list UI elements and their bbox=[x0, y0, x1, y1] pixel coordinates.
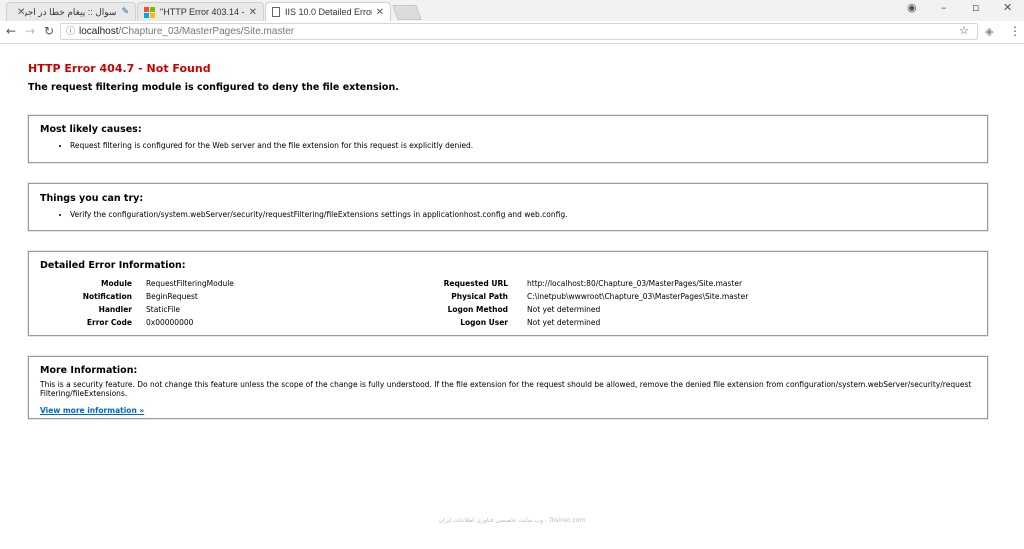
tab-title: IIS 10.0 Detailed Error - 4 bbox=[285, 7, 372, 17]
bookmark-star-icon[interactable]: ☆ bbox=[959, 24, 969, 39]
window-close-icon[interactable]: ✕ bbox=[1003, 1, 1012, 15]
detail-key: Handler bbox=[98, 305, 132, 314]
section-heading: More Information: bbox=[40, 365, 138, 376]
tab-1[interactable]: ✎ سوال :: پیغام خطا در اجرا ✕ bbox=[6, 2, 136, 21]
address-bar[interactable]: ⓘ localhost/Chapture_03/MasterPages/Site… bbox=[60, 23, 978, 40]
try-section: Things you can try: Verify the configura… bbox=[28, 183, 988, 231]
detail-key: Logon User bbox=[460, 318, 508, 327]
more-info-text: This is a security feature. Do not chang… bbox=[40, 380, 972, 398]
detail-value: 0x00000000 bbox=[146, 318, 194, 327]
more-info-section: More Information: This is a security fea… bbox=[28, 356, 988, 419]
error-header: HTTP Error 404.7 - Not Found The request… bbox=[28, 62, 990, 93]
close-icon[interactable]: ✕ bbox=[376, 7, 384, 18]
detail-section: Detailed Error Information: Module Reque… bbox=[28, 251, 988, 336]
tab-3[interactable]: IIS 10.0 Detailed Error - 4 ✕ bbox=[265, 2, 391, 21]
footer-watermark: وب سایت تخصصی فناوری اطلاعات ایران - Tos… bbox=[438, 517, 586, 524]
back-icon[interactable]: ← bbox=[6, 24, 16, 39]
table-row: Error Code 0x00000000 Logon User Not yet… bbox=[40, 316, 748, 329]
forward-icon[interactable]: → bbox=[25, 24, 35, 39]
menu-icon[interactable]: ⋮ bbox=[1009, 24, 1021, 39]
minimize-icon[interactable]: – bbox=[941, 1, 947, 15]
new-tab-button[interactable] bbox=[392, 5, 422, 20]
detail-key: Physical Path bbox=[451, 292, 508, 301]
close-icon[interactable]: ✕ bbox=[249, 7, 257, 18]
url-path: /Chapture_03/MasterPages/Site.master bbox=[118, 26, 295, 37]
tab-title: سوال :: پیغام خطا در اجرا bbox=[25, 6, 117, 17]
close-icon[interactable]: ✕ bbox=[17, 7, 25, 18]
list-item: Verify the configuration/system.webServe… bbox=[70, 210, 976, 219]
section-heading: Detailed Error Information: bbox=[40, 260, 186, 271]
detail-value: C:\inetpub\wwwroot\Chapture_03\MasterPag… bbox=[527, 292, 749, 301]
table-row: Module RequestFilteringModule Requested … bbox=[40, 277, 748, 290]
detail-value: Not yet determined bbox=[527, 305, 601, 314]
detail-key: Notification bbox=[82, 292, 132, 301]
table-row: Handler StaticFile Logon Method Not yet … bbox=[40, 303, 748, 316]
detail-value: BeginRequest bbox=[146, 292, 198, 301]
view-more-link[interactable]: View more information » bbox=[40, 406, 144, 415]
tab-title: "HTTP Error 403.14 - Forl bbox=[160, 7, 245, 17]
list-item: Request filtering is configured for the … bbox=[70, 141, 976, 150]
detail-key: Error Code bbox=[86, 318, 132, 327]
table-row: Notification BeginRequest Physical Path … bbox=[40, 290, 749, 303]
section-heading: Things you can try: bbox=[40, 193, 144, 204]
detail-value: http://localhost:80/Chapture_03/MasterPa… bbox=[527, 279, 743, 288]
causes-section: Most likely causes: Request filtering is… bbox=[28, 115, 988, 163]
detail-value: Not yet determined bbox=[527, 318, 601, 327]
url-host: localhost bbox=[79, 26, 119, 37]
tab-2[interactable]: "HTTP Error 403.14 - Forl ✕ bbox=[137, 2, 264, 21]
detail-value: RequestFilteringModule bbox=[146, 279, 234, 288]
detail-key: Module bbox=[101, 279, 132, 288]
windows-logo-icon bbox=[144, 6, 155, 18]
detail-key: Logon Method bbox=[447, 305, 508, 314]
detail-key: Requested URL bbox=[443, 279, 508, 288]
feather-icon: ✎ bbox=[121, 7, 129, 17]
page-icon bbox=[272, 7, 280, 17]
extension-icon[interactable]: ◈ bbox=[985, 24, 993, 39]
reload-icon[interactable]: ↻ bbox=[44, 24, 54, 39]
maximize-icon[interactable]: ▫ bbox=[972, 1, 979, 15]
page-title: HTTP Error 404.7 - Not Found bbox=[28, 62, 211, 75]
section-heading: Most likely causes: bbox=[40, 124, 142, 135]
toolbar: ← → ↻ ⓘ localhost/Chapture_03/MasterPage… bbox=[0, 21, 1024, 44]
detail-value: StaticFile bbox=[146, 305, 180, 314]
profile-icon[interactable]: ◉ bbox=[907, 1, 917, 15]
info-icon[interactable]: ⓘ bbox=[66, 24, 75, 39]
page-subtitle: The request filtering module is configur… bbox=[28, 82, 399, 93]
detail-table: Module RequestFilteringModule Requested … bbox=[40, 277, 749, 329]
tab-strip: ✎ سوال :: پیغام خطا در اجرا ✕ "HTTP Erro… bbox=[0, 0, 1024, 21]
